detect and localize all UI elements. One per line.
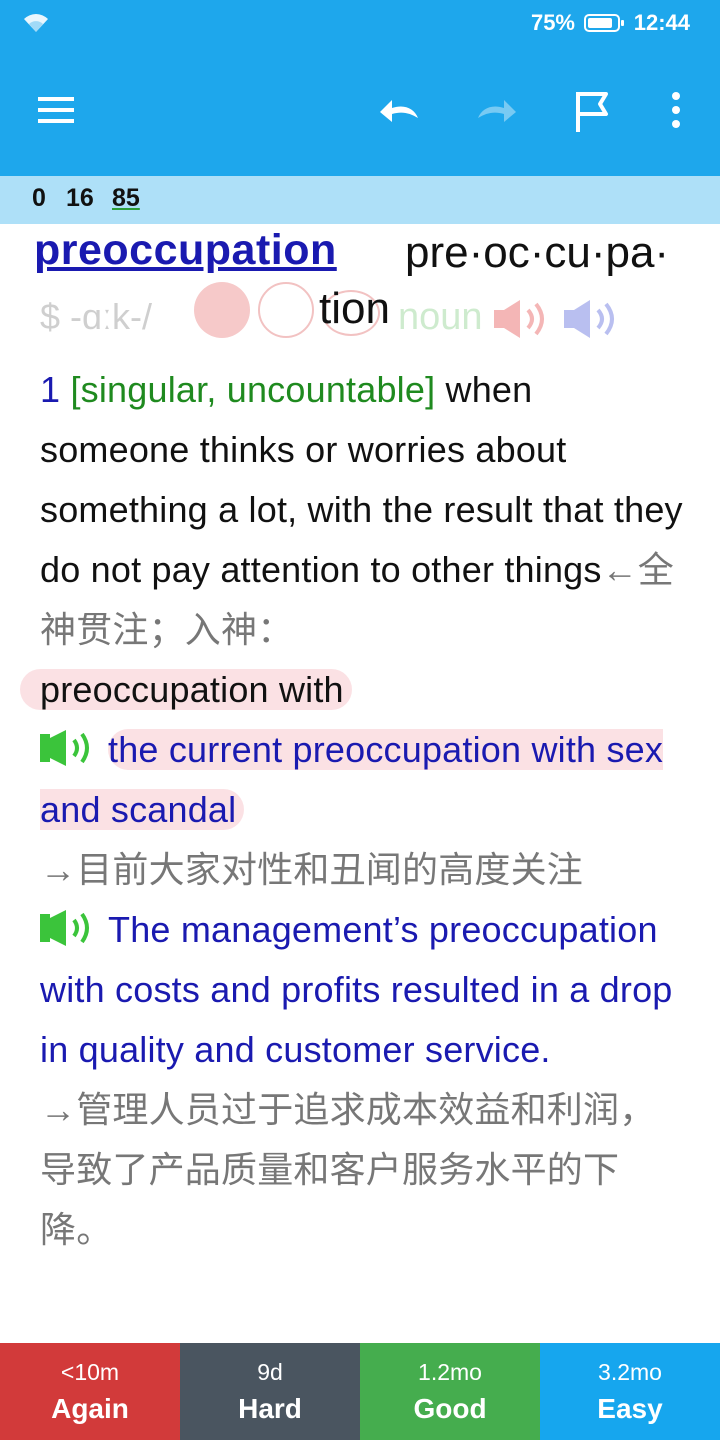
syllabification-line2: tion	[319, 284, 390, 333]
review-count: 85	[112, 184, 140, 212]
grammar-label: [singular, uncountable]	[70, 369, 436, 410]
example-translation: →管理人员过于追求成本效益和利润，导致了产品质量和客户服务水平的下降。	[40, 1089, 656, 1250]
hamburger-menu-icon[interactable]	[32, 86, 80, 134]
syllabification-line1: pre·oc·cu·pa·	[405, 228, 670, 277]
good-interval: 1.2mo	[418, 1359, 482, 1385]
again-button[interactable]: <10m Again	[0, 1343, 180, 1440]
new-count: 0	[32, 184, 46, 212]
collocation-highlight: preoccupation with	[20, 669, 352, 710]
status-bar: 75% 12:44	[0, 0, 720, 50]
headword-link[interactable]: preoccupation	[34, 226, 337, 275]
part-of-speech: noun	[398, 296, 483, 338]
audio-circle-outline	[258, 282, 314, 338]
again-label: Again	[51, 1393, 129, 1424]
speaker-icon-us[interactable]	[562, 296, 622, 342]
wifi-icon	[24, 14, 48, 32]
easy-interval: 3.2mo	[598, 1359, 662, 1385]
easy-button[interactable]: 3.2mo Easy	[540, 1343, 720, 1440]
status-clock: 12:44	[633, 10, 690, 35]
easy-label: Easy	[597, 1393, 663, 1424]
hard-button[interactable]: 9d Hard	[180, 1343, 360, 1440]
example-sentence: The management’s preoccupation with cost…	[40, 909, 673, 1070]
redo-icon[interactable]	[472, 86, 520, 134]
example-sentence: the current preoccupation with sex and s…	[40, 729, 664, 830]
example-speaker-icon[interactable]	[40, 728, 100, 768]
hard-label: Hard	[238, 1393, 302, 1424]
answer-buttons: <10m Again 9d Hard 1.2mo Good 3.2mo Easy	[0, 1343, 720, 1440]
good-label: Good	[413, 1393, 487, 1424]
more-vertical-icon[interactable]	[652, 86, 700, 134]
sense-number: 1	[40, 369, 61, 410]
pronunciation: $ -ɑːk-/	[40, 296, 153, 337]
example-translation: →目前大家对性和丑闻的高度关注	[40, 849, 584, 890]
collocation: preoccupation with	[40, 669, 344, 710]
learning-count: 16	[66, 184, 94, 212]
hard-interval: 9d	[257, 1359, 283, 1385]
speaker-icon-uk[interactable]	[492, 296, 552, 342]
example-speaker-icon[interactable]	[40, 908, 100, 948]
card-counts-bar: 0 16 85	[0, 176, 720, 224]
good-button[interactable]: 1.2mo Good	[360, 1343, 540, 1440]
undo-icon[interactable]	[376, 86, 424, 134]
again-interval: <10m	[60, 1359, 120, 1385]
definition-block: 1 [singular, uncountable] when someone t…	[20, 360, 690, 1260]
audio-circle-filled	[194, 282, 250, 338]
flag-icon[interactable]	[568, 88, 616, 136]
battery-icon	[584, 14, 624, 32]
app-toolbar: 75% 12:44	[0, 0, 720, 176]
battery-percentage: 75%	[530, 10, 575, 35]
